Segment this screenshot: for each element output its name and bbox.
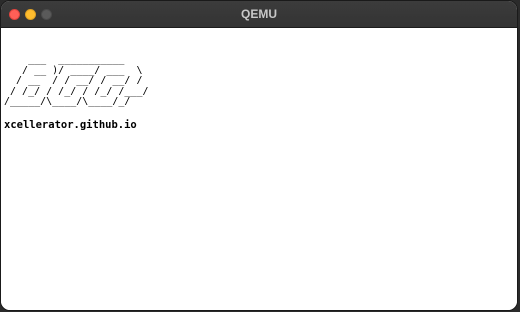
ascii-logo: ___ ___________ / __ )/ ____/ ___ \ / __… bbox=[4, 54, 149, 107]
title-bar[interactable]: QEMU bbox=[1, 1, 517, 28]
qemu-window: QEMU ___ ___________ / __ )/ ____/ ___ \… bbox=[0, 0, 518, 311]
console-screen[interactable]: ___ ___________ / __ )/ ____/ ___ \ / __… bbox=[1, 28, 517, 310]
window-title: QEMU bbox=[241, 7, 277, 21]
console-url-text: xcellerator.github.io bbox=[4, 119, 137, 131]
